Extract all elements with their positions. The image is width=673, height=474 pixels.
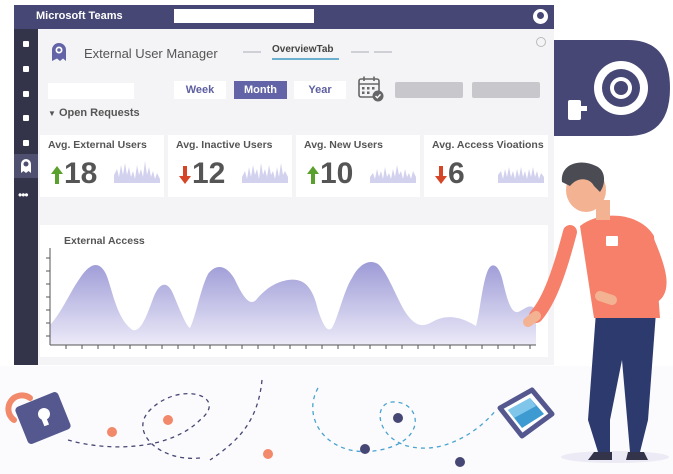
decorative-illustration	[0, 162, 673, 474]
